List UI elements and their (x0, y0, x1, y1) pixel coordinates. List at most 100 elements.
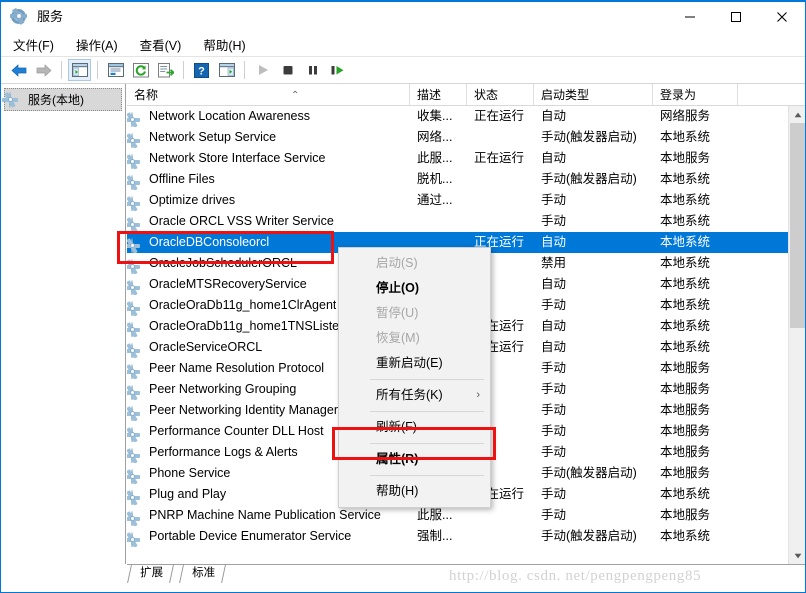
ctx-restart[interactable]: 重新启动(E) (339, 351, 490, 376)
service-name-label: Network Store Interface Service (149, 151, 326, 165)
table-row[interactable]: Optimize drives 通过... 手动 本地系统 (127, 190, 788, 211)
context-menu: 启动(S) 停止(O) 暂停(U) 恢复(M) 重新启动(E) 所有任务(K) › 刷新(F)… (338, 247, 491, 508)
ctx-refresh[interactable]: 刷新(F) (339, 415, 490, 440)
console-tree-pane: 服务(本地) (1, 84, 126, 564)
menu-view[interactable]: 查看(V) (130, 33, 192, 56)
toolbar-separator-2 (97, 61, 98, 79)
stop-service-icon[interactable] (276, 59, 299, 81)
ctx-pause: 暂停(U) (339, 301, 490, 326)
scroll-up-button[interactable] (789, 106, 805, 123)
service-name-label: Plug and Play (149, 487, 227, 501)
scroll-down-button[interactable] (789, 547, 805, 564)
toolbar-separator-3 (183, 61, 184, 79)
close-button[interactable] (759, 2, 805, 32)
table-row[interactable]: Portable Device Enumerator Service 强制... 手… (127, 526, 788, 547)
tab-extend[interactable]: 扩展 (127, 565, 174, 583)
ctx-properties-label: 属性(R) (376, 452, 419, 466)
restart-service-icon[interactable] (326, 59, 349, 81)
service-name-label: Portable Device Enumerator Service (149, 529, 352, 543)
table-row[interactable]: PNRP Machine Name Publication Service 此服.… (127, 505, 788, 526)
column-header-name[interactable]: 名称 ⌃ (127, 84, 410, 105)
table-row[interactable]: Network Setup Service 网络... 手动(触发器启动) 本地系统 (127, 127, 788, 148)
table-row[interactable]: Offline Files 脱机... 手动(触发器启动) 本地系统 (127, 169, 788, 190)
service-gear-icon (129, 257, 145, 274)
forward-icon[interactable] (32, 59, 55, 81)
service-name-label: Phone Service (149, 466, 231, 480)
menu-file[interactable]: 文件(F) (3, 33, 64, 56)
service-gear-icon (129, 236, 145, 253)
service-name-label: OracleOraDb11g_home1TNSListener (149, 319, 358, 333)
context-menu-separator (370, 411, 484, 412)
export-list-icon[interactable] (154, 59, 177, 81)
refresh-icon[interactable] (129, 59, 152, 81)
cell-startup-type: 手动 (541, 487, 567, 501)
toolbar-separator-4 (244, 61, 245, 79)
service-gear-icon (129, 362, 145, 379)
cell-logon-as: 本地服务 (660, 445, 711, 459)
cell-logon-as: 本地系统 (660, 256, 711, 270)
service-gear-icon (129, 131, 145, 148)
service-name-label: Peer Networking Grouping (149, 382, 297, 396)
pause-service-icon[interactable] (301, 59, 324, 81)
context-menu-separator (370, 443, 484, 444)
cell-description: 网络... (417, 130, 453, 144)
menu-action[interactable]: 操作(A) (66, 33, 128, 56)
scrollbar-thumb[interactable] (790, 123, 805, 328)
services-gear-icon (10, 8, 28, 26)
help-icon[interactable]: ? (190, 59, 213, 81)
maximize-button[interactable] (713, 2, 759, 32)
service-gear-icon (129, 320, 145, 337)
cell-status: 正在运行 (474, 109, 525, 123)
service-name-label: Network Location Awareness (149, 109, 310, 123)
vertical-scrollbar[interactable] (788, 106, 805, 564)
properties-icon[interactable] (104, 59, 127, 81)
table-row[interactable]: Network Store Interface Service 此服... 正在运行… (127, 148, 788, 169)
ctx-restart-label: 重新启动(E) (376, 356, 443, 370)
tree-node-services-local[interactable]: 服务(本地) (4, 88, 122, 111)
cell-service-name: Network Store Interface Service (127, 148, 410, 169)
start-service-icon[interactable] (251, 59, 274, 81)
minimize-button[interactable] (667, 2, 713, 32)
title-bar: 服务 (1, 2, 805, 32)
service-name-label: Offline Files (149, 172, 215, 186)
cell-startup-type: 自动 (541, 319, 567, 333)
tab-standard-label: 标准 (192, 567, 216, 579)
table-row[interactable]: Network Location Awareness 收集... 正在运行 自动 网络服… (127, 106, 788, 127)
menu-help[interactable]: 帮助(H) (193, 33, 255, 56)
ctx-all-tasks[interactable]: 所有任务(K) › (339, 383, 490, 408)
cell-service-name: Portable Device Enumerator Service (127, 526, 410, 547)
tab-extend-label: 扩展 (140, 567, 164, 579)
service-name-label: Optimize drives (149, 193, 236, 207)
cell-startup-type: 手动 (541, 361, 567, 375)
show-hide-tree-icon[interactable] (68, 59, 91, 81)
show-action-pane-icon[interactable] (215, 59, 238, 81)
service-gear-icon (129, 446, 145, 463)
cell-logon-as: 本地服务 (660, 424, 711, 438)
column-header-logon-as[interactable]: 登录为 (653, 84, 738, 105)
cell-logon-as: 本地系统 (660, 193, 711, 207)
cell-logon-as: 本地系统 (660, 487, 711, 501)
ctx-stop-label: 停止(O) (376, 281, 420, 295)
tab-standard[interactable]: 标准 (179, 565, 226, 583)
back-icon[interactable] (7, 59, 30, 81)
ctx-help[interactable]: 帮助(H) (339, 479, 490, 504)
svg-text:?: ? (198, 65, 205, 77)
cell-logon-as: 本地系统 (660, 340, 711, 354)
service-gear-icon (129, 215, 145, 232)
cell-startup-type: 手动(触发器启动) (541, 130, 637, 144)
service-name-label: Oracle ORCL VSS Writer Service (149, 214, 334, 228)
column-header-status[interactable]: 状态 (467, 84, 534, 105)
ctx-start: 启动(S) (339, 251, 490, 276)
cell-service-name: Network Location Awareness (127, 106, 410, 127)
cell-startup-type: 手动 (541, 382, 567, 396)
cell-startup-type: 手动 (541, 424, 567, 438)
table-row[interactable]: Oracle ORCL VSS Writer Service 手动 本地系统 (127, 211, 788, 232)
service-name-label: OracleJobSchedulerORCL (149, 256, 297, 270)
status-bar (1, 584, 805, 592)
ctx-refresh-label: 刷新(F) (376, 420, 417, 434)
column-header-description[interactable]: 描述 (410, 84, 467, 105)
column-header-startup-type[interactable]: 启动类型 (534, 84, 653, 105)
ctx-stop[interactable]: 停止(O) (339, 276, 490, 301)
service-gear-icon (129, 509, 145, 526)
ctx-properties[interactable]: 属性(R) (339, 447, 490, 472)
